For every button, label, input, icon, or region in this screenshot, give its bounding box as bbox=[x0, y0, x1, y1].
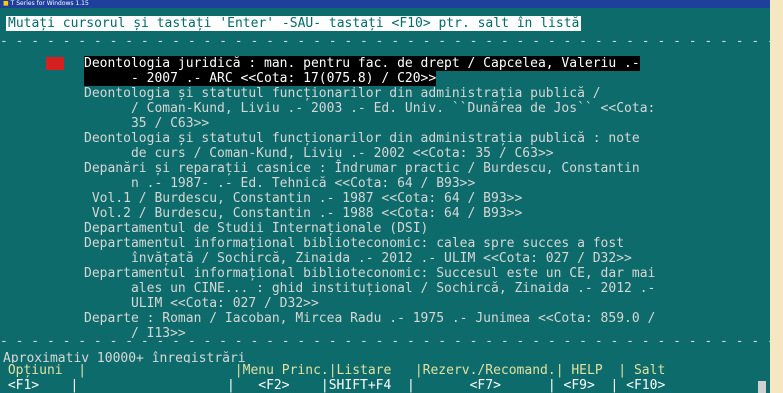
selected-record-line[interactable]: - 2007 .- ARC <<Cota: 17(075.8) / C20>> bbox=[84, 71, 437, 86]
app-icon: ■ bbox=[3, 0, 9, 7]
record-line[interactable]: Departamentul informațional bibliotecono… bbox=[84, 266, 655, 281]
app-window: ■ T Series for Windows 1.15 Mutați cursor… bbox=[0, 0, 770, 393]
function-key-bar: Opțiuni | |Menu Princ.|Listare |Rezerv./… bbox=[0, 363, 770, 393]
record-line[interactable]: Deontologia și statutul funcționarilor d… bbox=[84, 86, 601, 101]
instruction-prompt: Mutați cursorul și tastați 'Enter' -SAU-… bbox=[6, 16, 582, 31]
record-line[interactable]: Departamentul informațional bibliotecono… bbox=[84, 236, 624, 251]
menu-main-menu-button[interactable] bbox=[244, 363, 340, 393]
record-line[interactable]: Departe : Roman / Iacoban, Mircea Radu .… bbox=[84, 311, 655, 326]
window-title: T Series for Windows 1.15 bbox=[10, 0, 89, 7]
record-line[interactable]: / Coman-Kund, Liviu .- 2003 .- Ed. Univ.… bbox=[84, 101, 655, 116]
record-line[interactable]: n .- 1987- .- Ed. Tehnică <<Cota: 64 / B… bbox=[84, 176, 475, 191]
record-line[interactable]: Depanări și reparații casnice : Îndrumar… bbox=[84, 161, 640, 176]
record-line[interactable]: 35 / C63>> bbox=[84, 116, 209, 131]
menu-help-button[interactable] bbox=[576, 363, 640, 393]
menu-options-button[interactable] bbox=[2, 363, 70, 393]
record-line[interactable]: de curs / Coman-Kund, Liviu .- 2002 <<Co… bbox=[84, 146, 554, 161]
record-line[interactable]: Vol.1 / Burdescu, Constantin .- 1987 <<C… bbox=[84, 191, 522, 206]
record-line[interactable]: ULIM <<Cota: 027 / D32>> bbox=[84, 296, 319, 311]
menu-print-list-button[interactable] bbox=[340, 363, 426, 393]
record-line[interactable]: Vol.2 / Burdescu, Constantin .- 1988 <<C… bbox=[84, 206, 522, 221]
window-titlebar: ■ T Series for Windows 1.15 bbox=[0, 0, 770, 8]
bottom-divider: - - - - - - - - - - - - - - - - - - - - … bbox=[0, 334, 770, 349]
menu-reserve-recommend-button[interactable] bbox=[426, 363, 576, 393]
top-divider: - - - - - - - - - - - - - - - - - - - - … bbox=[0, 34, 770, 49]
record-line[interactable]: învățată / Sochircă, Zinaida .- 2012 .- … bbox=[84, 251, 632, 266]
selected-record-line[interactable]: Deontologia juridică : man. pentru fac. … bbox=[84, 56, 640, 71]
text-cursor bbox=[758, 381, 766, 393]
record-line[interactable]: Deontologia și statutul funcționarilor d… bbox=[84, 131, 640, 146]
terminal-screen: Mutați cursorul și tastați 'Enter' -SAU-… bbox=[0, 8, 770, 393]
selection-marker: ■■ bbox=[46, 57, 64, 70]
record-line[interactable]: Departamentul de Studii Internaționale (… bbox=[84, 221, 428, 236]
menu-jump-button[interactable] bbox=[640, 363, 766, 393]
record-line[interactable]: ales un CINE... : ghid instituțional / S… bbox=[84, 281, 655, 296]
